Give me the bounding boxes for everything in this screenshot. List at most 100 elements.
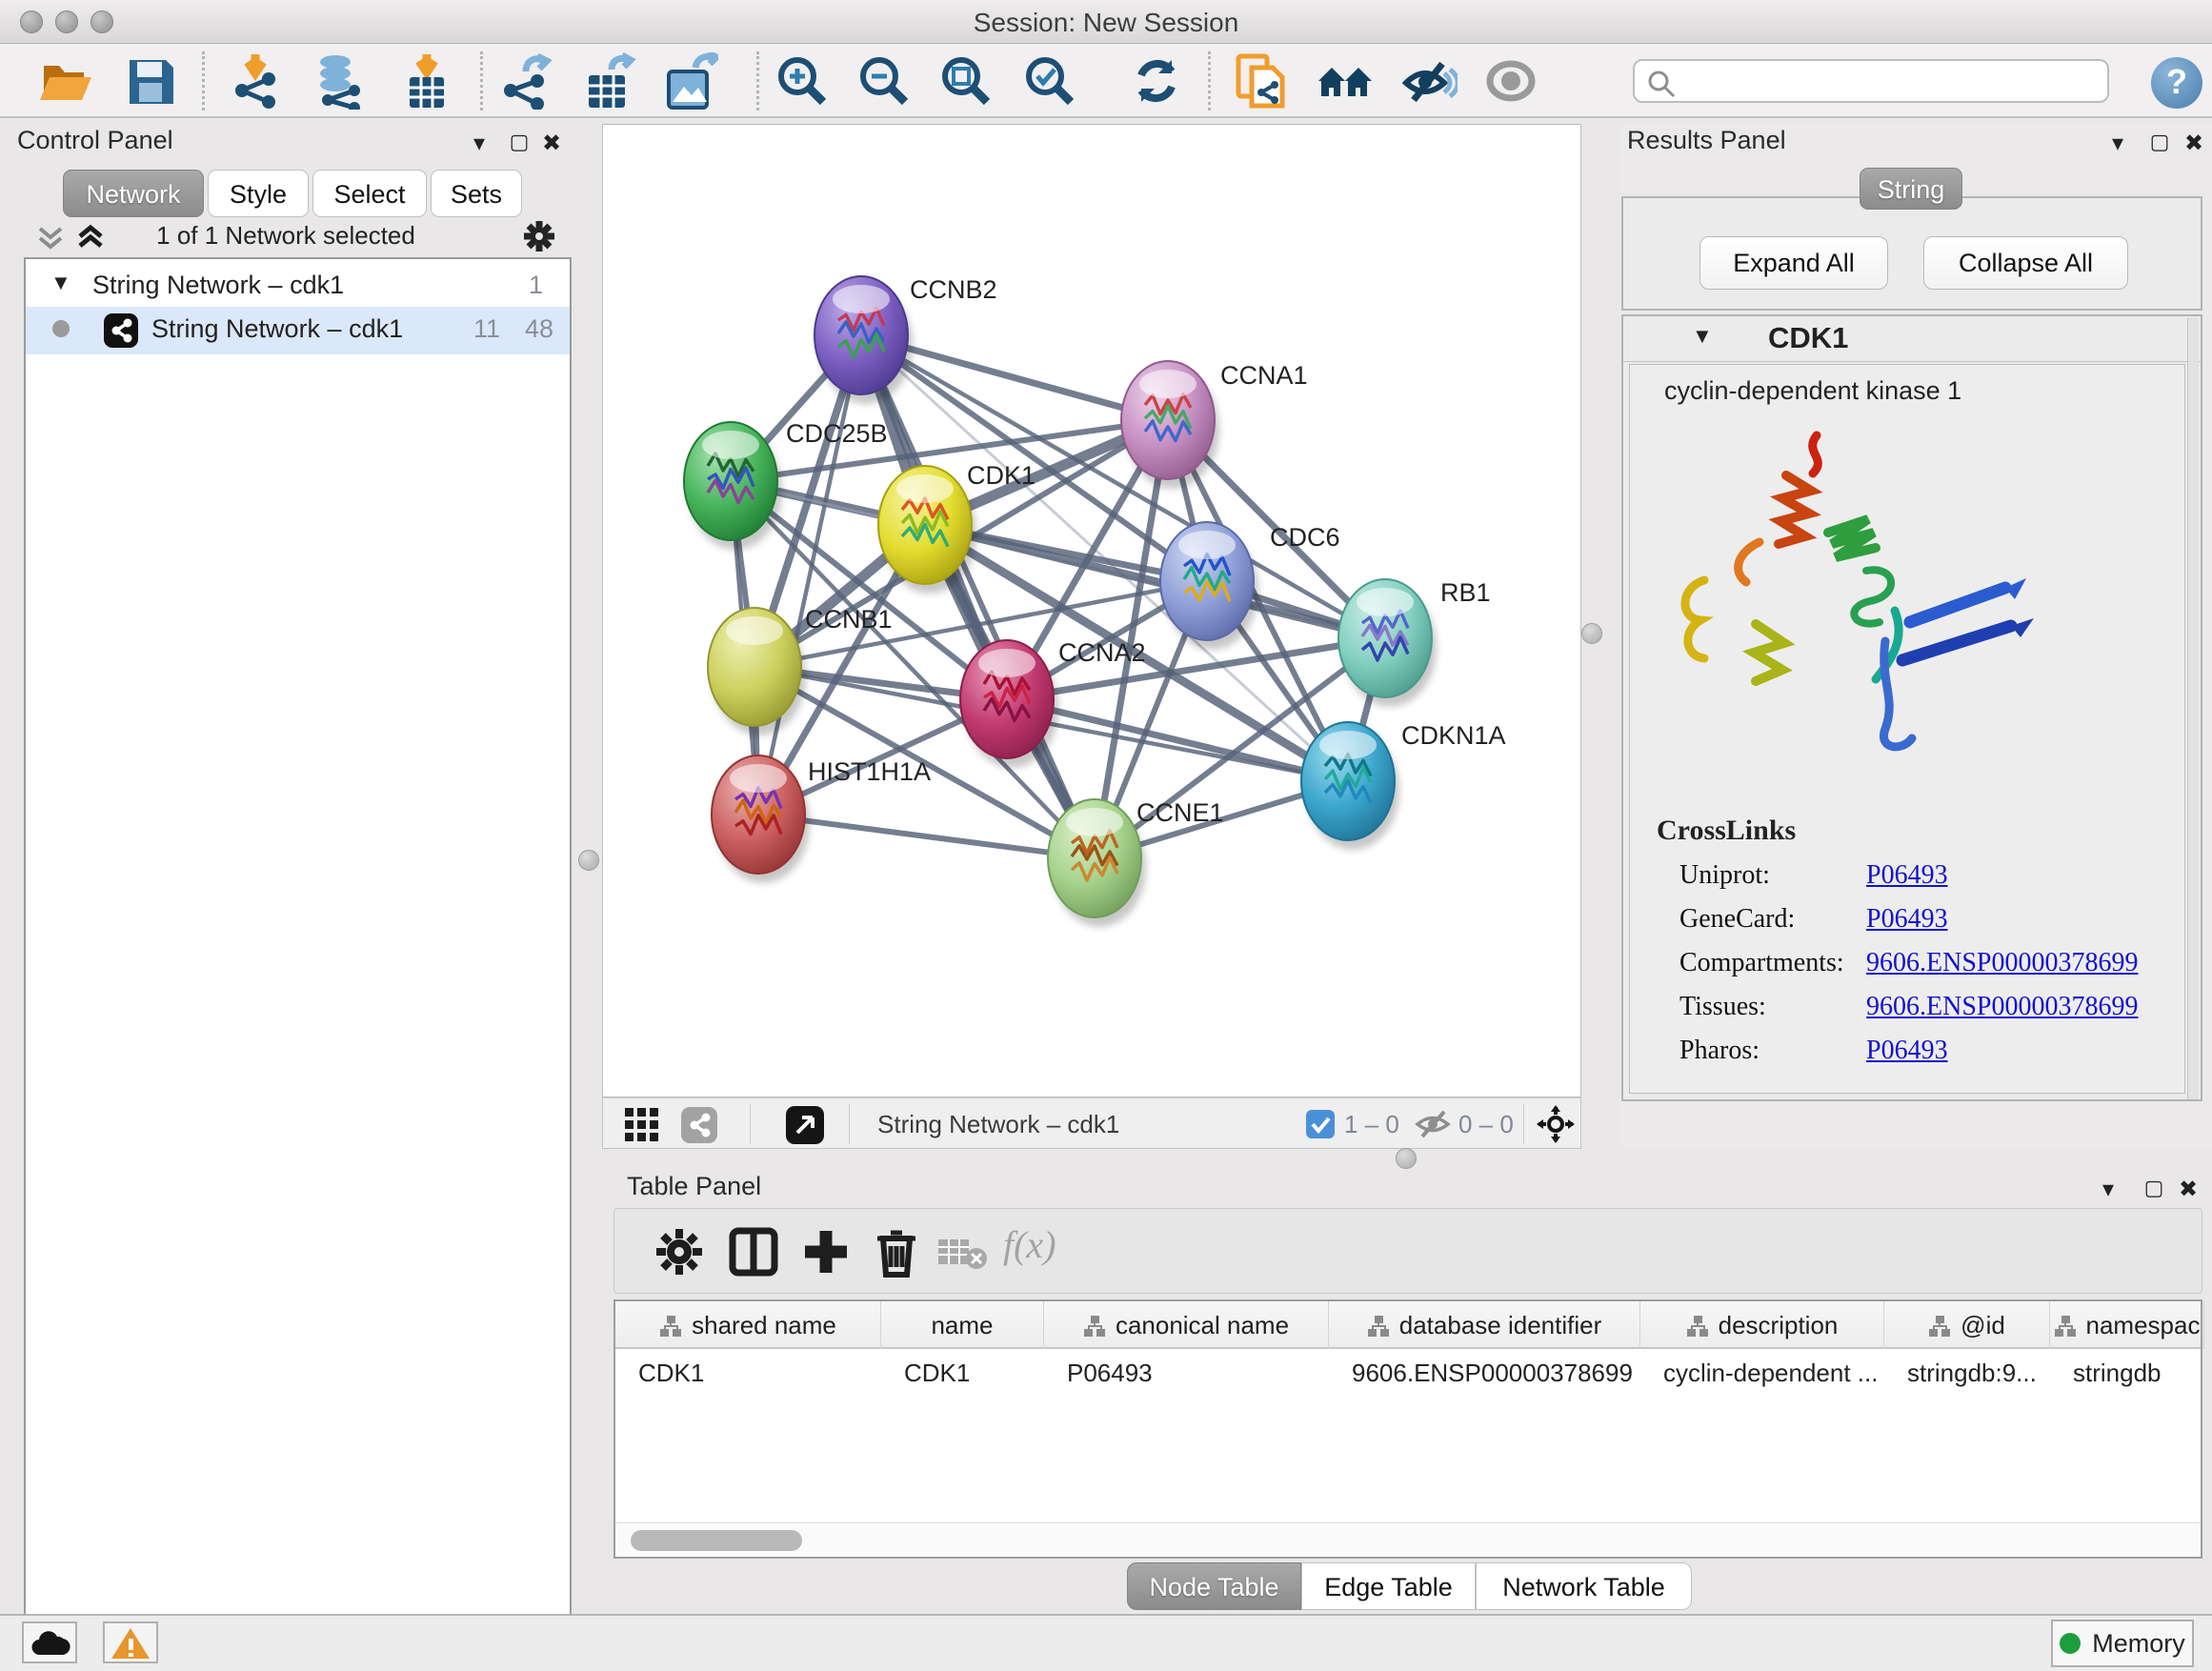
float-panel-icon[interactable]: ▢: [505, 130, 533, 154]
zoom-fit-button[interactable]: [937, 52, 995, 110]
table-cell[interactable]: stringdb: [2073, 1359, 2199, 1388]
help-button[interactable]: ?: [2151, 57, 2202, 109]
tab-string-results[interactable]: String: [1860, 168, 1962, 210]
selected-nodes-checkbox-icon[interactable]: [1306, 1110, 1335, 1138]
column-type-icon: [1083, 1315, 1106, 1338]
crosslink-label: Uniprot:: [1679, 860, 1770, 891]
table-cell[interactable]: P06493: [1067, 1359, 1323, 1388]
table-gear-icon[interactable]: [653, 1225, 706, 1278]
tree-expand-icon[interactable]: ▼: [50, 271, 71, 295]
export-table-button[interactable]: [579, 52, 636, 110]
table-row[interactable]: CDK1 CDK1 P06493 9606.ENSP00000378699 cyclin…: [615, 1351, 2201, 1393]
search-input[interactable]: [1684, 63, 2094, 99]
expand-all-button[interactable]: Expand All: [1699, 236, 1888, 290]
column-header[interactable]: description: [1640, 1301, 1884, 1349]
network-options-gear-icon[interactable]: [520, 217, 558, 255]
results-scrollbar[interactable]: [2187, 318, 2199, 1099]
tab-network-table[interactable]: Network Table: [1476, 1562, 1692, 1610]
table-cell[interactable]: CDK1: [904, 1359, 1038, 1388]
zoom-selected-button[interactable]: [1021, 52, 1078, 110]
collapse-panel-icon[interactable]: ▾: [465, 130, 493, 154]
crosslink-link[interactable]: 9606.ENSP00000378699: [1866, 948, 2138, 978]
export-network-button[interactable]: [497, 52, 554, 110]
clone-network-button[interactable]: [1233, 52, 1290, 110]
add-column-icon[interactable]: [799, 1225, 853, 1278]
refresh-button[interactable]: [1128, 52, 1185, 110]
tab-node-table[interactable]: Node Table: [1127, 1562, 1301, 1610]
table-panel-title: Table Panel: [627, 1172, 761, 1201]
import-table-button[interactable]: [398, 52, 455, 110]
tab-network[interactable]: Network: [63, 170, 204, 217]
collapse-panel-icon[interactable]: ▾: [2103, 130, 2132, 154]
network-node-CDC25B[interactable]: CDC25B: [684, 419, 888, 550]
gene-collapse-icon[interactable]: ▼: [1692, 324, 1713, 349]
float-panel-icon[interactable]: ▢: [2145, 130, 2174, 154]
column-header[interactable]: name: [881, 1301, 1044, 1349]
show-columns-icon[interactable]: [727, 1225, 780, 1278]
network-canvas-container[interactable]: CCNB2CCNA1CDC25BCDK1CDC6RB1CCNB1CCNA2CDK…: [602, 124, 1581, 1097]
table-cell[interactable]: CDK1: [638, 1359, 875, 1388]
left-splitter-handle[interactable]: [578, 850, 599, 871]
table-cell[interactable]: 9606.ENSP00000378699: [1352, 1359, 1635, 1388]
crosslink-link[interactable]: P06493: [1866, 904, 1948, 935]
main-toolbar: ?: [0, 44, 2212, 118]
delete-table-icon: [936, 1234, 990, 1287]
zoom-out-button[interactable]: [855, 52, 913, 110]
warning-button[interactable]: [103, 1621, 158, 1663]
scrollbar-thumb[interactable]: [631, 1530, 802, 1551]
export-image-button[interactable]: [661, 52, 718, 110]
import-network-from-database-button[interactable]: [311, 52, 368, 110]
grid-view-icon[interactable]: [624, 1107, 660, 1143]
tab-select[interactable]: Select: [312, 170, 427, 217]
bottom-splitter-handle[interactable]: [1396, 1148, 1417, 1169]
birdseye-toggle-icon[interactable]: [1537, 1105, 1575, 1143]
network-node-CCNE1[interactable]: CCNE1: [1048, 798, 1224, 927]
column-header[interactable]: database identifier: [1329, 1301, 1640, 1349]
network-node-CCNB2[interactable]: CCNB2: [814, 275, 997, 404]
table-header-row: shared namenamecanonical namedatabase id…: [615, 1301, 2201, 1349]
crosslink-link[interactable]: 9606.ENSP00000378699: [1866, 992, 2138, 1022]
network-collection-row[interactable]: ▼ String Network – cdk1 1: [26, 263, 570, 311]
cytoscape-window: Session: New Session: [0, 0, 2212, 1671]
network-row-selected[interactable]: String Network – cdk1 11 48: [26, 307, 570, 354]
network-node-HIST1H1A[interactable]: HIST1H1A: [712, 755, 931, 883]
collapse-all-button[interactable]: Collapse All: [1923, 236, 2128, 290]
close-panel-icon[interactable]: ✖: [2174, 1176, 2202, 1200]
string-eye-button[interactable]: [1482, 52, 1539, 110]
import-network-button[interactable]: [229, 52, 286, 110]
cloud-button[interactable]: [22, 1621, 77, 1663]
column-header[interactable]: namespac: [2050, 1301, 2204, 1349]
right-splitter-handle[interactable]: [1581, 623, 1602, 644]
network-selection-summary: 1 of 1 Network selected: [0, 221, 572, 251]
crosslink-link[interactable]: P06493: [1866, 860, 1948, 891]
table-cell[interactable]: stringdb:9...: [1907, 1359, 2044, 1388]
network-node-CDC6[interactable]: CDC6: [1160, 522, 1340, 650]
table-cell[interactable]: cyclin-dependent ...: [1663, 1359, 1879, 1388]
save-session-button[interactable]: [122, 52, 179, 110]
open-file-button[interactable]: [36, 52, 93, 110]
zoom-in-button[interactable]: [774, 52, 831, 110]
network-node-RB1[interactable]: RB1: [1338, 578, 1491, 707]
string-glasses-button[interactable]: [1400, 52, 1458, 110]
toolbar-separator: [480, 51, 483, 111]
float-panel-icon[interactable]: ▢: [2140, 1176, 2168, 1200]
tab-style[interactable]: Style: [208, 170, 309, 217]
gene-header-row[interactable]: ▼ CDK1: [1623, 316, 2201, 362]
collapse-panel-icon[interactable]: ▾: [2094, 1176, 2122, 1200]
share-view-icon[interactable]: [681, 1107, 717, 1143]
column-header[interactable]: canonical name: [1044, 1301, 1329, 1349]
crosslink-link[interactable]: P06493: [1866, 1036, 1948, 1066]
delete-column-icon[interactable]: [870, 1225, 923, 1278]
close-panel-icon[interactable]: ✖: [537, 130, 566, 154]
column-header[interactable]: @id: [1884, 1301, 2050, 1349]
column-header[interactable]: shared name: [615, 1301, 881, 1349]
string-home-button[interactable]: [1317, 52, 1374, 110]
close-panel-icon[interactable]: ✖: [2180, 130, 2208, 154]
results-panel: Results Panel ▾ ▢ ✖ String Expand All Co…: [1619, 124, 2212, 1149]
tab-edge-table[interactable]: Edge Table: [1301, 1562, 1476, 1610]
column-type-icon: [1686, 1315, 1709, 1338]
detach-view-icon[interactable]: [786, 1106, 824, 1144]
tab-sets[interactable]: Sets: [431, 170, 522, 217]
network-node-CDKN1A[interactable]: CDKN1A: [1301, 721, 1506, 850]
memory-button[interactable]: Memory: [2051, 1620, 2194, 1667]
